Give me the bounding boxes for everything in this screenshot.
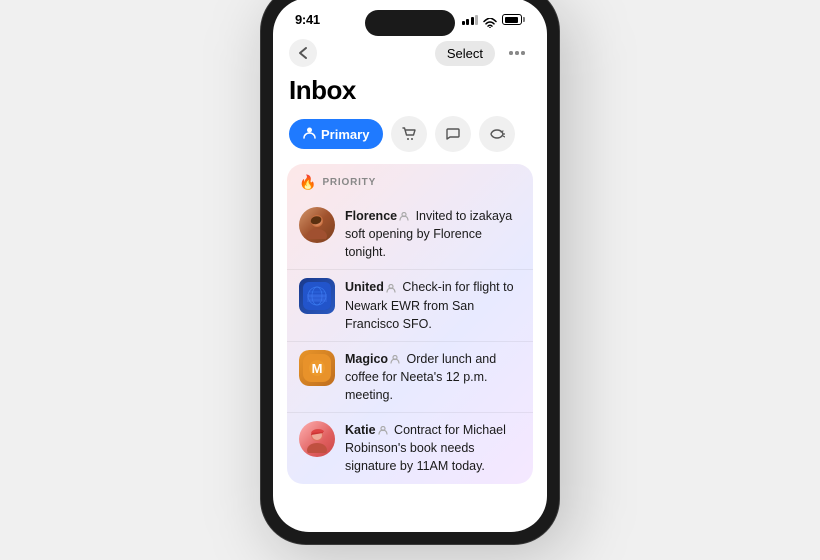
tab-messages[interactable] <box>435 116 471 152</box>
tab-promotions[interactable] <box>479 116 515 152</box>
battery-icon <box>502 14 525 25</box>
sender-tag-icon <box>399 212 410 221</box>
scene: 9:41 <box>0 0 820 530</box>
sender-name-florence: Florence <box>345 209 397 223</box>
select-button[interactable]: Select <box>435 41 495 66</box>
nav-actions: Select <box>435 39 531 67</box>
sender-tag-icon-magico <box>390 355 401 364</box>
sender-tag-icon-united <box>386 284 397 293</box>
sender-name-united: United <box>345 280 384 294</box>
avatar-florence <box>299 207 335 243</box>
message-content-united: United Check-in for flight to Newark EWR… <box>345 278 521 332</box>
message-text-united: United Check-in for flight to Newark EWR… <box>345 280 514 330</box>
sender-tag-icon-katie <box>378 426 389 435</box>
avatar-katie <box>299 421 335 457</box>
svg-text:M: M <box>312 361 323 376</box>
priority-label: PRIORITY <box>322 177 376 188</box>
avatar-magico: M <box>299 350 335 386</box>
signal-icon <box>462 15 479 25</box>
wifi-icon <box>483 15 497 25</box>
sender-name-magico: Magico <box>345 352 388 366</box>
status-icons <box>462 14 526 25</box>
phone: 9:41 <box>260 0 560 545</box>
tab-primary[interactable]: Primary <box>289 119 383 149</box>
avatar-united <box>299 278 335 314</box>
back-button[interactable] <box>289 39 317 67</box>
inbox-title: Inbox <box>273 75 547 116</box>
message-row[interactable]: Katie Contract for Michael Robinson's bo… <box>287 412 533 483</box>
message-content-magico: Magico Order lunch and coffee for Neeta'… <box>345 350 521 404</box>
screen: 9:41 <box>273 0 547 532</box>
avatar-magico-inner: M <box>299 350 335 386</box>
message-row[interactable]: M Magico Order lunch and coffee for Neet… <box>287 341 533 412</box>
priority-card: 🔥 PRIORITY Flor <box>287 164 533 484</box>
nav-bar: Select <box>273 35 547 75</box>
message-text-katie: Katie Contract for Michael Robinson's bo… <box>345 423 506 473</box>
bottom-fade <box>273 502 547 532</box>
tab-primary-label: Primary <box>321 127 369 142</box>
priority-icon: 🔥 <box>299 174 316 191</box>
message-text-florence: Florence Invited to izakaya soft opening… <box>345 209 512 259</box>
message-row[interactable]: United Check-in for flight to Newark EWR… <box>287 269 533 340</box>
tab-shopping[interactable] <box>391 116 427 152</box>
filter-tabs: Primary <box>273 116 547 164</box>
avatar-united-inner <box>299 278 335 314</box>
message-row[interactable]: Florence Invited to izakaya soft opening… <box>287 199 533 269</box>
message-content-florence: Florence Invited to izakaya soft opening… <box>345 207 521 261</box>
more-button[interactable] <box>503 39 531 67</box>
more-dots-icon <box>509 51 525 55</box>
status-time: 9:41 <box>295 12 320 27</box>
message-content-katie: Katie Contract for Michael Robinson's bo… <box>345 421 521 475</box>
priority-header: 🔥 PRIORITY <box>287 174 533 199</box>
person-icon <box>303 126 316 142</box>
dynamic-island <box>365 10 455 36</box>
message-text-magico: Magico Order lunch and coffee for Neeta'… <box>345 352 496 402</box>
sender-name-katie: Katie <box>345 423 376 437</box>
